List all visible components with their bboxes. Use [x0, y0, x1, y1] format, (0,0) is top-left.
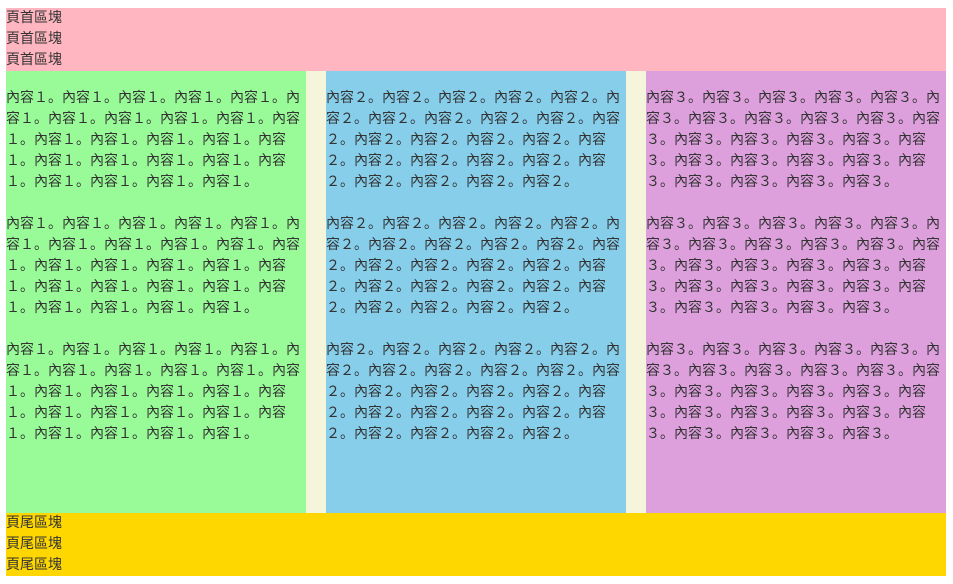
- content-paragraph: 內容１。內容１。內容１。內容１。內容１。內容１。內容１。內容１。內容１。內容１。…: [6, 90, 300, 190]
- page-layout: 頁首區塊 頁首區塊 頁首區塊 內容１。內容１。內容１。內容１。內容１。內容１。內…: [6, 8, 946, 576]
- content-paragraph: 內容２。內容２。內容２。內容２。內容２。內容２。內容２。內容２。內容２。內容２。…: [326, 90, 620, 190]
- content-column-1: 內容１。內容１。內容１。內容１。內容１。內容１。內容１。內容１。內容１。內容１。…: [6, 71, 306, 513]
- content-paragraph: 內容３。內容３。內容３。內容３。內容３。內容３。內容３。內容３。內容３。內容３。…: [646, 342, 940, 442]
- footer-block: 頁尾區塊 頁尾區塊 頁尾區塊: [6, 513, 946, 576]
- content-paragraph: 內容２。內容２。內容２。內容２。內容２。內容２。內容２。內容２。內容２。內容２。…: [326, 216, 620, 316]
- content-column-3: 內容３。內容３。內容３。內容３。內容３。內容３。內容３。內容３。內容３。內容３。…: [646, 71, 946, 513]
- content-column-2: 內容２。內容２。內容２。內容２。內容２。內容２。內容２。內容２。內容２。內容２。…: [326, 71, 626, 513]
- content-paragraph: 內容３。內容３。內容３。內容３。內容３。內容３。內容３。內容３。內容３。內容３。…: [646, 90, 940, 190]
- content-paragraph: 內容３。內容３。內容３。內容３。內容３。內容３。內容３。內容３。內容３。內容３。…: [646, 216, 940, 316]
- header-line: 頁首區塊: [6, 31, 62, 47]
- header-line: 頁首區塊: [6, 52, 62, 68]
- header-line: 頁首區塊: [6, 10, 62, 26]
- header-block: 頁首區塊 頁首區塊 頁首區塊: [6, 8, 946, 71]
- content-paragraph: 內容１。內容１。內容１。內容１。內容１。內容１。內容１。內容１。內容１。內容１。…: [6, 342, 300, 442]
- footer-line: 頁尾區塊: [6, 515, 62, 531]
- main-block: 內容１。內容１。內容１。內容１。內容１。內容１。內容１。內容１。內容１。內容１。…: [6, 71, 946, 513]
- content-paragraph: 內容２。內容２。內容２。內容２。內容２。內容２。內容２。內容２。內容２。內容２。…: [326, 342, 620, 442]
- footer-line: 頁尾區塊: [6, 536, 62, 552]
- footer-line: 頁尾區塊: [6, 557, 62, 573]
- content-paragraph: 內容１。內容１。內容１。內容１。內容１。內容１。內容１。內容１。內容１。內容１。…: [6, 216, 300, 316]
